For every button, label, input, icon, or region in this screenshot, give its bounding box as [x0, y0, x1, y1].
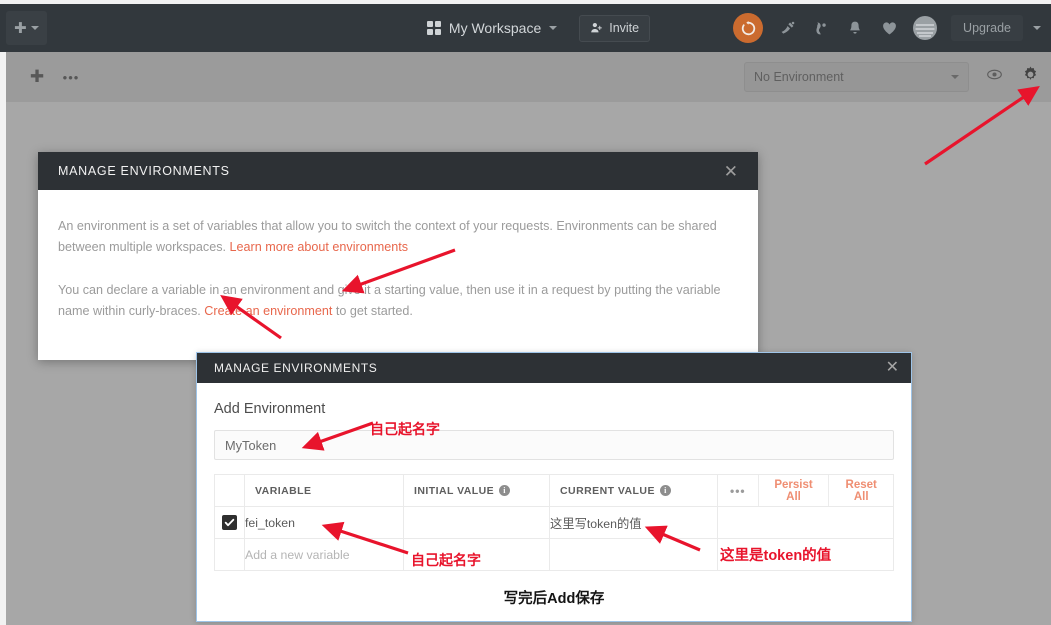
grid-icon — [426, 21, 441, 35]
upgrade-label: Upgrade — [963, 21, 1011, 35]
header-variable-label: VARIABLE — [255, 484, 312, 497]
workspace-label: My Workspace — [448, 20, 542, 36]
dialog-title: MANAGE ENVIRONMENTS — [58, 164, 230, 178]
avatar[interactable] — [913, 16, 938, 40]
top-navigation-bar: ✚ My Workspace Invite Upgrade — [0, 4, 1051, 52]
learn-more-link[interactable]: Learn more about environments — [230, 240, 409, 254]
persist-all-button[interactable]: Persist All — [757, 475, 829, 506]
table-header-row: VARIABLE INITIAL VALUE i CURRENT VALUE i… — [214, 474, 894, 507]
row-initial-value-cell[interactable] — [403, 506, 550, 539]
header-current-value: CURRENT VALUE i — [549, 474, 718, 507]
topbar-left-group: ✚ — [0, 11, 336, 45]
add-environment-dialog-title: MANAGE ENVIRONMENTS — [214, 361, 378, 375]
row-actions-cell — [717, 506, 894, 539]
header-initial-value-label: INITIAL VALUE — [414, 484, 495, 497]
new-row-current-cell[interactable] — [549, 538, 718, 571]
chevron-down-icon — [549, 26, 558, 30]
person-add-icon — [590, 21, 603, 36]
header-initial-value: INITIAL VALUE i — [403, 474, 550, 507]
add-environment-dialog-body: Add Environment MyToken VARIABLE INITIAL… — [197, 383, 911, 608]
header-current-value-label: CURRENT VALUE — [560, 484, 655, 497]
header-variable: VARIABLE — [244, 474, 404, 507]
ellipsis-icon[interactable]: ••• — [718, 484, 758, 498]
checkbox-checked-icon[interactable] — [222, 515, 237, 530]
row-checkbox-cell[interactable] — [214, 506, 245, 539]
new-row-initial-cell[interactable] — [403, 538, 550, 571]
environment-name-value: MyToken — [225, 437, 277, 453]
upgrade-button[interactable]: Upgrade — [951, 15, 1023, 41]
add-environment-dialog-header: MANAGE ENVIRONMENTS ✕ — [197, 353, 911, 383]
add-environment-label: Add Environment — [214, 401, 326, 417]
new-variable-row: Add a new variable — [214, 538, 894, 571]
close-icon[interactable]: ✕ — [886, 360, 899, 376]
plugin-icon[interactable] — [811, 18, 831, 38]
row-variable-cell[interactable]: fei_token — [244, 506, 404, 539]
bottom-annotation-note: 写完后Add保存 — [503, 591, 605, 607]
intro-paragraph-2-suffix: to get started. — [332, 304, 413, 318]
topbar-right-group: Upgrade — [733, 13, 1051, 43]
info-icon[interactable]: i — [499, 485, 511, 496]
invite-button[interactable]: Invite — [579, 14, 651, 42]
intro-paragraph-2: You can declare a variable in an environ… — [58, 280, 738, 322]
row-current-value-cell[interactable]: 这里写token的值 — [549, 506, 718, 539]
header-actions: ••• Persist All Reset All — [717, 474, 894, 507]
bell-icon[interactable] — [845, 18, 865, 38]
satellite-icon[interactable] — [777, 18, 797, 38]
create-environment-link[interactable]: Create an environment — [204, 304, 332, 318]
sync-button[interactable] — [733, 13, 764, 43]
chevron-down-icon — [30, 26, 39, 30]
info-icon[interactable]: i — [659, 485, 671, 496]
new-variable-input[interactable]: Add a new variable — [244, 538, 404, 571]
close-icon[interactable]: ✕ — [718, 161, 744, 182]
dialog-body: An environment is a set of variables tha… — [38, 190, 758, 322]
table-row: fei_token 这里写token的值 — [214, 506, 894, 539]
dialog-header: MANAGE ENVIRONMENTS ✕ — [38, 152, 758, 190]
new-row-checkbox-cell[interactable] — [214, 538, 245, 571]
chevron-down-icon[interactable] — [1033, 26, 1041, 30]
variables-table: VARIABLE INITIAL VALUE i CURRENT VALUE i… — [214, 474, 894, 571]
app-root: ✚ My Workspace Invite Upgrade ✚ ••• No E… — [0, 0, 1051, 625]
workspace-selector[interactable]: My Workspace — [419, 15, 565, 41]
intro-paragraph-1: An environment is a set of variables tha… — [58, 216, 738, 258]
invite-label: Invite — [609, 21, 640, 35]
add-environment-dialog: MANAGE ENVIRONMENTS ✕ Add Environment My… — [196, 352, 912, 622]
topbar-center-group: My Workspace Invite — [336, 14, 733, 42]
new-row-actions-cell — [717, 538, 894, 571]
header-checkbox-cell — [214, 474, 245, 507]
sync-icon — [740, 20, 757, 37]
new-button[interactable]: ✚ — [6, 11, 47, 45]
heart-icon[interactable] — [879, 18, 899, 38]
environment-name-input[interactable]: MyToken — [214, 430, 894, 460]
manage-environments-dialog: MANAGE ENVIRONMENTS ✕ An environment is … — [38, 152, 758, 360]
reset-all-button[interactable]: Reset All — [828, 475, 893, 506]
plus-icon: ✚ — [14, 19, 27, 37]
